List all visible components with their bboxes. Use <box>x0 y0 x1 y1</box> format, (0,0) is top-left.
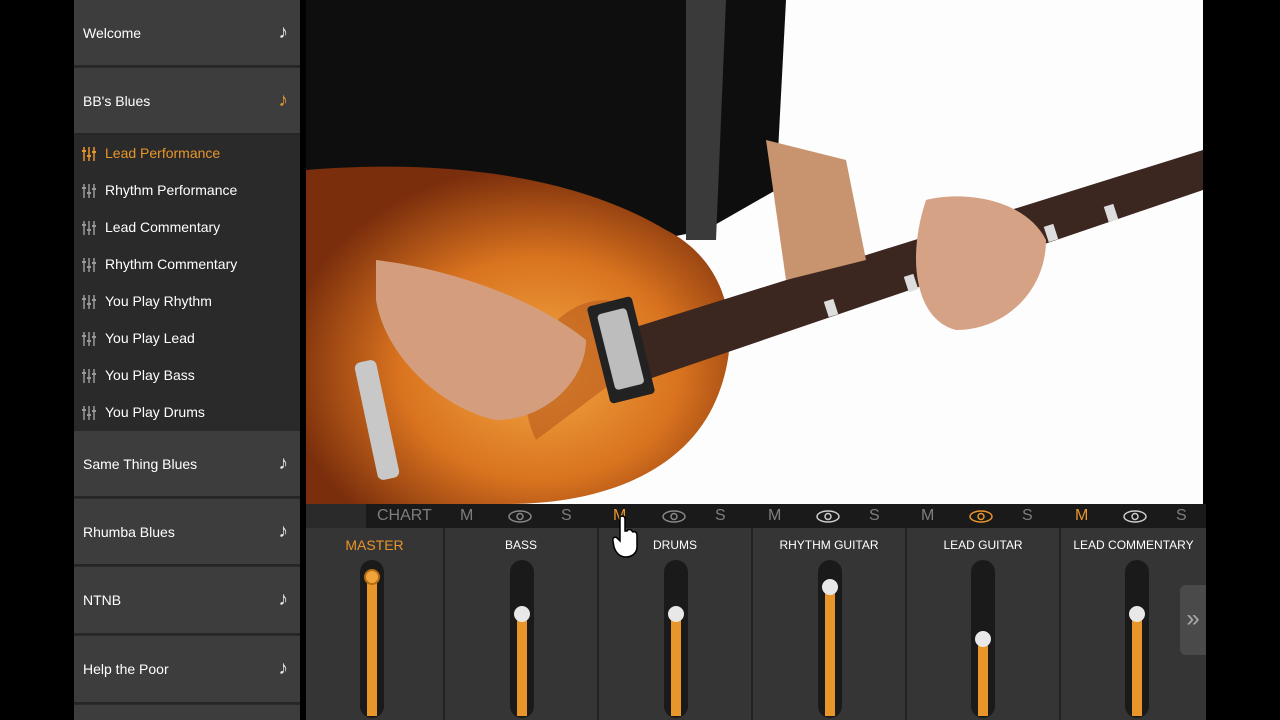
lead-guitar-mute-button[interactable]: M <box>921 507 934 525</box>
mixer-sliders-icon <box>82 221 96 235</box>
song-item-ntnb[interactable]: NTNB ♪ <box>74 567 300 635</box>
track-item-rhythm-performance[interactable]: Rhythm Performance <box>74 172 300 209</box>
fader-fill <box>367 577 377 716</box>
song-label: Help the Poor <box>83 661 169 677</box>
mixer-sliders-icon <box>82 406 96 420</box>
track-label: You Play Bass <box>105 367 195 383</box>
music-note-icon: ♪ <box>278 589 289 610</box>
track-label: Lead Performance <box>105 145 221 161</box>
song-sidebar: Welcome ♪ BB's Blues ♪ Lead Performance … <box>74 0 300 720</box>
lead-guitar-solo-button[interactable]: S <box>1022 507 1033 525</box>
fader-fill <box>517 614 527 716</box>
fader-track[interactable] <box>510 560 534 718</box>
song-item-rhumba-blues[interactable]: Rhumba Blues ♪ <box>74 499 300 566</box>
fader-knob[interactable] <box>1129 606 1145 622</box>
fader-knob[interactable] <box>668 606 684 622</box>
track-label: You Play Rhythm <box>105 293 212 309</box>
song-item-welcome[interactable]: Welcome ♪ <box>74 0 300 67</box>
music-note-icon: ♪ <box>278 21 289 43</box>
track-item-you-play-drums[interactable]: You Play Drums <box>74 394 300 431</box>
channel-lead-guitar: LEAD GUITAR <box>905 528 1059 720</box>
song-label: BB's Blues <box>83 92 151 109</box>
track-item-lead-performance[interactable]: Lead Performance <box>74 135 300 172</box>
eye-icon[interactable] <box>508 510 532 523</box>
channel-name: LEAD COMMENTARY <box>1073 538 1194 552</box>
fader-fill <box>671 614 681 716</box>
mixer-sliders-icon <box>82 369 96 383</box>
hand-cursor-icon <box>612 515 638 558</box>
track-label: Lead Commentary <box>105 219 221 235</box>
track-label: Rhythm Commentary <box>105 256 238 272</box>
double-chevron-right-icon[interactable]: » <box>1180 585 1206 655</box>
eye-icon[interactable] <box>969 510 993 523</box>
track-label: Rhythm Performance <box>105 182 238 198</box>
fader-track[interactable] <box>818 560 842 718</box>
song-label: NTNB <box>83 592 122 608</box>
music-note-icon: ♪ <box>278 658 289 679</box>
fader-fill <box>978 639 988 716</box>
mixer-sliders-icon <box>82 332 96 346</box>
track-item-lead-commentary[interactable]: Lead Commentary <box>74 209 300 246</box>
bass-solo-button[interactable]: S <box>561 507 572 525</box>
mixer-panel: CHART M S M S M S M S M S MASTER BASS DR… <box>306 504 1206 720</box>
eye-icon[interactable] <box>816 510 840 523</box>
fader-track[interactable] <box>1125 560 1149 718</box>
fader-fill <box>825 587 835 716</box>
song-item-bbs-blues[interactable]: BB's Blues ♪ <box>74 68 300 135</box>
song-label: Same Thing Blues <box>83 455 198 472</box>
lead-commentary-mute-button[interactable]: M <box>1075 507 1088 525</box>
track-item-you-play-rhythm[interactable]: You Play Rhythm <box>74 283 300 320</box>
music-note-icon: ♪ <box>278 89 289 111</box>
track-item-rhythm-commentary[interactable]: Rhythm Commentary <box>74 246 300 283</box>
eye-icon[interactable] <box>662 510 686 523</box>
fader-track[interactable] <box>360 560 384 718</box>
rhythm-guitar-mute-button[interactable]: M <box>768 507 781 525</box>
channel-bass: BASS <box>443 528 597 720</box>
channel-master: MASTER <box>306 528 443 720</box>
mixer-sliders-icon <box>82 295 96 309</box>
fader-knob[interactable] <box>822 579 838 595</box>
eye-icon[interactable] <box>1123 510 1147 523</box>
lead-commentary-solo-button[interactable]: S <box>1176 507 1187 525</box>
fader-knob[interactable] <box>364 569 380 585</box>
mixer-sliders-icon <box>82 184 96 198</box>
bass-mute-button[interactable]: M <box>460 507 473 525</box>
channel-name: MASTER <box>345 537 404 553</box>
song-item-partial[interactable] <box>74 705 300 720</box>
track-label: You Play Drums <box>105 404 205 420</box>
track-item-you-play-lead[interactable]: You Play Lead <box>74 320 300 357</box>
fader-fill <box>1132 614 1142 716</box>
guitar-video-frame <box>306 0 1203 504</box>
channel-name: RHYTHM GUITAR <box>779 538 879 552</box>
track-list: Lead Performance Rhythm Performance Lead… <box>74 135 300 430</box>
fader-knob[interactable] <box>975 631 991 647</box>
song-label: Welcome <box>83 24 142 41</box>
mixer-sliders-icon <box>82 258 96 272</box>
track-item-you-play-bass[interactable]: You Play Bass <box>74 357 300 394</box>
music-note-icon: ♪ <box>278 452 289 474</box>
channel-name: LEAD GUITAR <box>943 538 1023 552</box>
track-label: You Play Lead <box>105 330 195 346</box>
song-label: Rhumba Blues <box>83 523 175 540</box>
fader-knob[interactable] <box>514 606 530 622</box>
song-item-help-the-poor[interactable]: Help the Poor ♪ <box>74 636 300 704</box>
channel-name: BASS <box>504 538 537 552</box>
mixer-toolbar: CHART M S M S M S M S M S <box>366 504 1206 528</box>
fader-track[interactable] <box>971 560 995 718</box>
song-item-same-thing-blues[interactable]: Same Thing Blues ♪ <box>74 431 300 498</box>
channel-rhythm-guitar: RHYTHM GUITAR <box>751 528 905 720</box>
rhythm-guitar-solo-button[interactable]: S <box>869 507 880 525</box>
music-note-icon: ♪ <box>278 520 289 542</box>
mixer-sliders-icon <box>82 147 96 161</box>
drums-solo-button[interactable]: S <box>715 507 726 525</box>
video-player[interactable] <box>306 0 1203 504</box>
chart-button[interactable]: CHART <box>377 507 432 525</box>
right-border <box>1203 0 1280 720</box>
fader-track[interactable] <box>664 560 688 718</box>
